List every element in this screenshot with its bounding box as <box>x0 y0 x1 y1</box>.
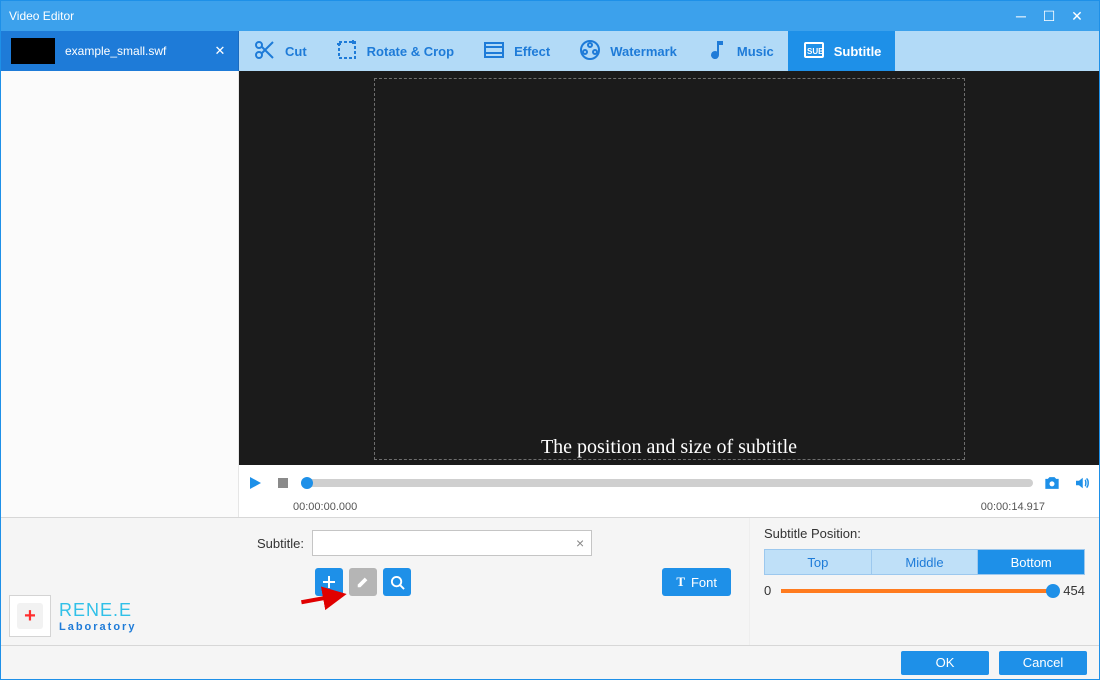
slider-fill <box>781 589 1053 593</box>
window-title: Video Editor <box>9 9 74 23</box>
position-panel: Subtitle Position: Top Middle Bottom 0 4… <box>749 518 1099 645</box>
file-name: example_small.swf <box>65 44 202 58</box>
slider-min: 0 <box>764 583 771 598</box>
seek-thumb[interactable] <box>301 477 313 489</box>
volume-button[interactable] <box>1071 472 1093 494</box>
logo-badge: + <box>9 595 51 637</box>
music-note-icon <box>705 38 729 65</box>
scissors-icon <box>253 38 277 65</box>
minimize-button[interactable]: ─ <box>1007 8 1035 24</box>
time-row: 00:00:00.000 00:00:14.917 <box>239 501 1099 517</box>
tab-label: Rotate & Crop <box>367 44 454 59</box>
position-header: Subtitle Position: <box>764 526 1085 541</box>
tab-label: Cut <box>285 44 307 59</box>
position-slider[interactable] <box>781 589 1053 593</box>
toolbar-row: example_small.swf ✕ Cut Rotate & Crop Ef… <box>1 31 1099 71</box>
font-button-label: Font <box>691 575 717 590</box>
subtitle-input[interactable] <box>312 530 592 556</box>
position-middle[interactable]: Middle <box>872 550 979 574</box>
subtitle-field-label: Subtitle: <box>257 536 304 551</box>
edit-subtitle-button[interactable] <box>349 568 377 596</box>
sidebar <box>1 71 239 517</box>
titlebar: Video Editor ─ ☐ ✕ <box>1 1 1099 31</box>
tab-effect[interactable]: Effect <box>468 31 564 71</box>
snapshot-button[interactable] <box>1041 472 1063 494</box>
tab-rotate-crop[interactable]: Rotate & Crop <box>321 31 468 71</box>
tab-label: Effect <box>514 44 550 59</box>
time-start: 00:00:00.000 <box>293 501 357 517</box>
search-subtitle-button[interactable] <box>383 568 411 596</box>
cancel-button[interactable]: Cancel <box>999 651 1087 675</box>
subtitle-form: Subtitle: × T Font <box>239 518 749 645</box>
plus-icon: + <box>17 603 43 629</box>
video-preview: The position and size of subtitle <box>239 71 1099 465</box>
close-window-button[interactable]: ✕ <box>1063 8 1091 25</box>
player-controls <box>239 465 1099 501</box>
brand-sub: Laboratory <box>59 621 136 633</box>
position-bottom[interactable]: Bottom <box>978 550 1084 574</box>
stop-button[interactable] <box>273 473 293 493</box>
selection-rect[interactable] <box>374 78 965 460</box>
seek-bar[interactable] <box>301 479 1033 487</box>
subtitle-icon: SUB <box>802 38 826 65</box>
position-segmented: Top Middle Bottom <box>764 549 1085 575</box>
video-editor-window: Video Editor ─ ☐ ✕ example_small.swf ✕ C… <box>0 0 1100 680</box>
file-thumbnail <box>11 38 55 64</box>
footer: OK Cancel <box>1 645 1099 679</box>
tab-label: Music <box>737 44 774 59</box>
brand-area: + RENE.E Laboratory <box>1 518 239 645</box>
tab-subtitle[interactable]: SUB Subtitle <box>788 31 896 71</box>
main-row: The position and size of subtitle 00:00:… <box>1 71 1099 517</box>
tab-music[interactable]: Music <box>691 31 788 71</box>
maximize-button[interactable]: ☐ <box>1035 8 1063 25</box>
time-end: 00:00:14.917 <box>981 501 1045 517</box>
tab-cut[interactable]: Cut <box>239 31 321 71</box>
tab-label: Subtitle <box>834 44 882 59</box>
right-column: The position and size of subtitle 00:00:… <box>239 71 1099 517</box>
bottom-panel: + RENE.E Laboratory Subtitle: × <box>1 517 1099 645</box>
subtitle-preview-text: The position and size of subtitle <box>239 436 1099 459</box>
svg-text:SUB: SUB <box>807 47 824 56</box>
position-top[interactable]: Top <box>765 550 872 574</box>
brand-logo: + RENE.E Laboratory <box>9 595 231 637</box>
ok-button[interactable]: OK <box>901 651 989 675</box>
position-slider-row: 0 454 <box>764 583 1085 598</box>
tab-label: Watermark <box>610 44 677 59</box>
add-subtitle-button[interactable] <box>315 568 343 596</box>
brand-name: RENE.E <box>59 600 136 621</box>
font-button[interactable]: T Font <box>662 568 731 596</box>
text-icon: T <box>676 574 685 590</box>
slider-thumb[interactable] <box>1046 584 1060 598</box>
tool-tabs: Cut Rotate & Crop Effect Watermark Music… <box>239 31 1099 71</box>
film-icon <box>482 38 506 65</box>
crop-icon <box>335 38 359 65</box>
tab-watermark[interactable]: Watermark <box>564 31 691 71</box>
close-file-button[interactable]: ✕ <box>212 43 228 59</box>
play-button[interactable] <box>245 473 265 493</box>
reel-icon <box>578 38 602 65</box>
slider-value: 454 <box>1063 583 1085 598</box>
file-tab[interactable]: example_small.swf ✕ <box>1 31 239 71</box>
